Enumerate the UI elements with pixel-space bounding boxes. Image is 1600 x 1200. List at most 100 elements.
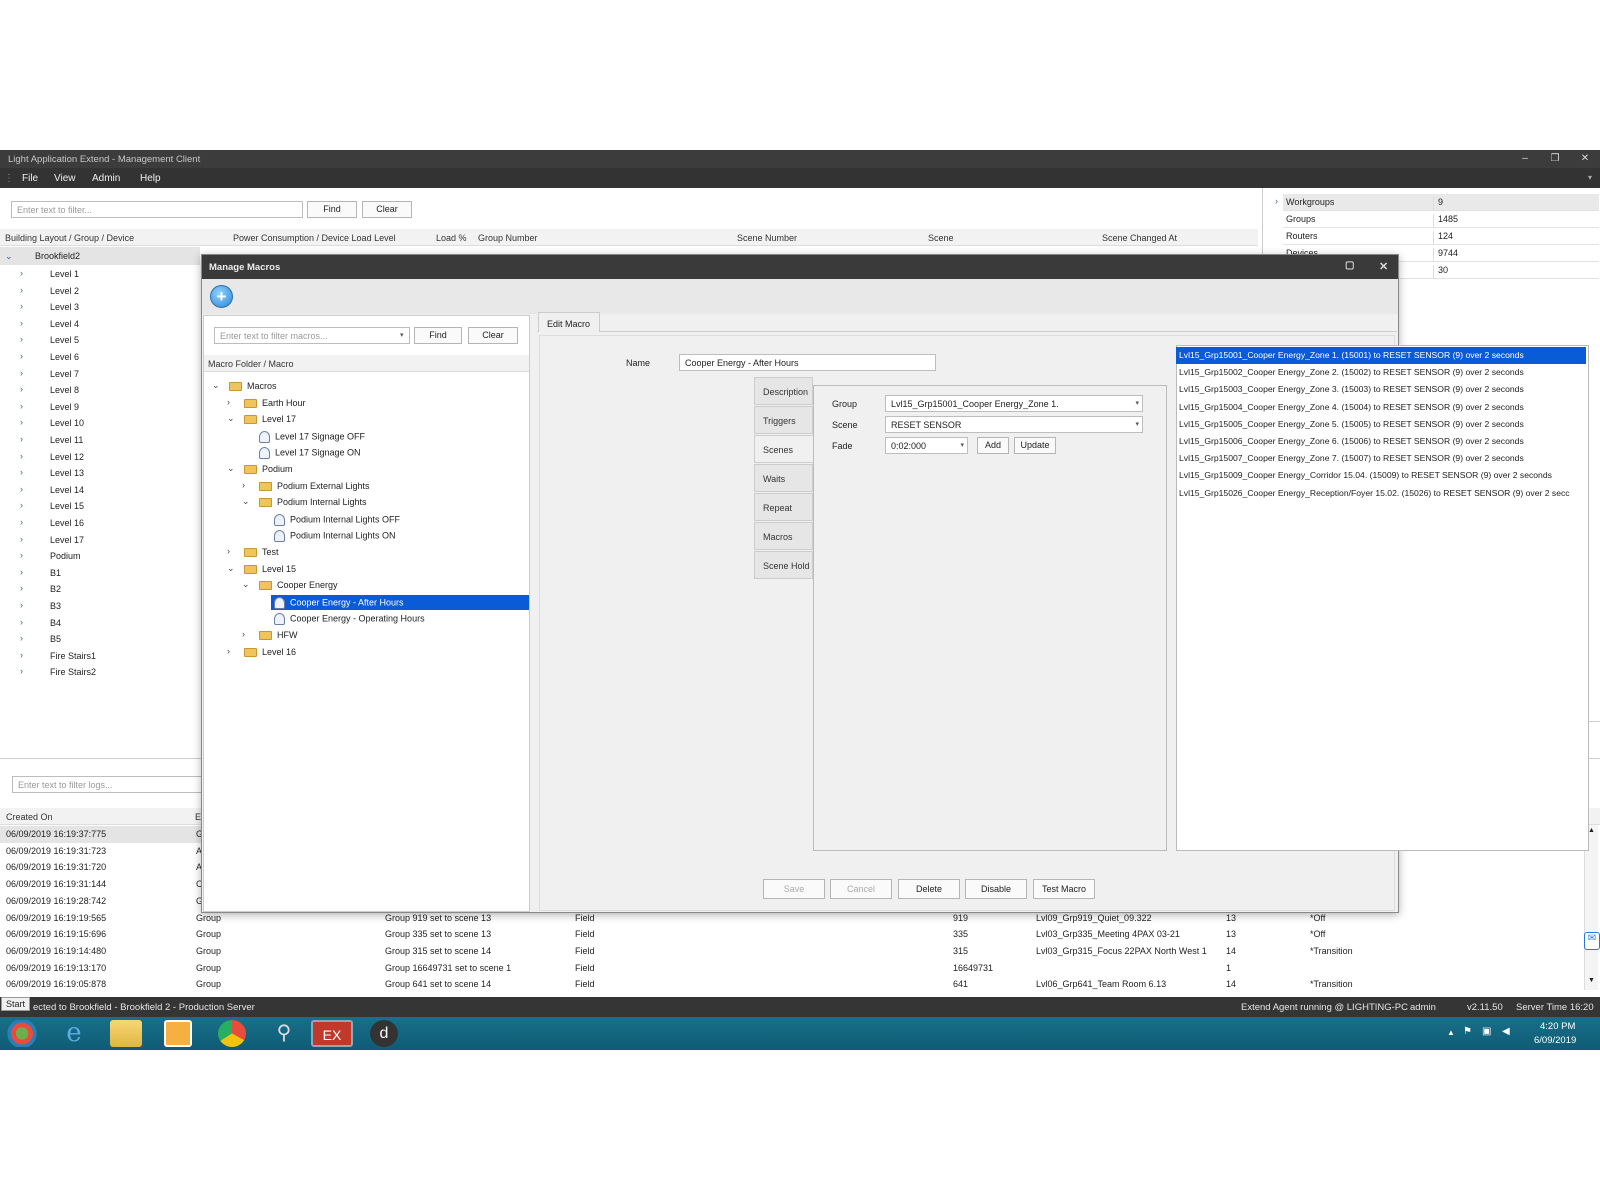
macro-tree-item[interactable]: ⌄ Level 15 xyxy=(204,561,529,577)
stats-row[interactable]: Workgroups 9 xyxy=(1283,194,1599,211)
dialux-icon[interactable]: d xyxy=(370,1020,398,1047)
building-tree-item[interactable]: › Level 17 xyxy=(0,532,200,548)
menu-view[interactable]: View xyxy=(54,173,76,184)
chevron-right-icon[interactable]: › xyxy=(20,500,23,510)
macro-tree-item[interactable]: ⌄ Level 17 xyxy=(204,411,529,427)
fade-select[interactable]: 0:02:000 ▾ xyxy=(885,437,968,454)
building-tree-item[interactable]: › Level 12 xyxy=(0,449,200,465)
building-tree-item[interactable]: › B2 xyxy=(0,581,200,597)
col-scene-number[interactable]: Scene Number xyxy=(737,233,797,243)
dialog-close-icon[interactable]: ✕ xyxy=(1379,260,1388,273)
clear-button[interactable]: Clear xyxy=(362,201,412,218)
chevron-right-icon[interactable]: › xyxy=(20,600,23,610)
chevron-right-icon[interactable]: › xyxy=(20,368,23,378)
scene-list-item[interactable]: Lvl15_Grp15006_Cooper Energy_Zone 6. (15… xyxy=(1176,433,1586,450)
chevron-right-icon[interactable]: › xyxy=(20,583,23,593)
chevron-right-icon[interactable]: › xyxy=(20,550,23,560)
chevron-right-icon[interactable]: › xyxy=(20,567,23,577)
building-tree-item[interactable]: › Level 2 xyxy=(0,283,200,299)
building-tree-item[interactable]: › Level 1 xyxy=(0,266,200,282)
macro-tree-item[interactable]: Level 17 Signage ON xyxy=(204,444,529,460)
chevron-right-icon[interactable]: › xyxy=(242,480,245,490)
building-tree-item[interactable]: › Level 3 xyxy=(0,299,200,315)
building-tree-item[interactable]: › Level 4 xyxy=(0,316,200,332)
log-row[interactable]: 06/09/2019 16:19:13:170 Group Group 166497… xyxy=(0,960,1590,977)
macro-tree-item[interactable]: Podium Internal Lights OFF xyxy=(204,511,529,527)
scene-list-item[interactable]: Lvl15_Grp15009_Cooper Energy_Corridor 15… xyxy=(1176,467,1586,484)
macro-filter-input[interactable]: Enter text to filter macros... xyxy=(214,327,410,344)
scene-list-item[interactable]: Lvl15_Grp15026_Cooper Energy_Reception/F… xyxy=(1176,485,1586,502)
chat-icon[interactable]: ✉ xyxy=(1584,932,1600,950)
building-tree-item[interactable]: › Fire Stairs2 xyxy=(0,664,200,680)
macro-tree-item[interactable]: › HFW xyxy=(204,627,529,643)
chevron-right-icon[interactable]: › xyxy=(227,646,230,656)
side-tab-scene-hold[interactable]: Scene Hold xyxy=(754,551,813,579)
chevron-right-icon[interactable]: › xyxy=(242,629,245,639)
macro-tree-item[interactable]: Cooper Energy - Operating Hours xyxy=(204,610,529,626)
scene-list-item[interactable]: Lvl15_Grp15001_Cooper Energy_Zone 1. (15… xyxy=(1176,347,1586,364)
clock-time[interactable]: 4:20 PM xyxy=(1540,1021,1575,1032)
side-tab-repeat[interactable]: Repeat xyxy=(754,493,813,521)
macro-name-input[interactable]: Cooper Energy - After Hours xyxy=(679,354,936,371)
macro-tree-item[interactable]: Cooper Energy - After Hours xyxy=(204,594,529,610)
chrome-icon[interactable] xyxy=(218,1020,246,1047)
chevron-down-icon[interactable]: ⌄ xyxy=(242,496,250,507)
col-scene[interactable]: Scene xyxy=(928,233,954,243)
cancel-button[interactable]: Cancel xyxy=(830,879,892,899)
tab-edit-macro[interactable]: Edit Macro xyxy=(538,312,600,332)
macro-find-button[interactable]: Find xyxy=(414,327,462,344)
chevron-right-icon[interactable]: › xyxy=(20,534,23,544)
building-tree-item[interactable]: › Level 15 xyxy=(0,498,200,514)
chevron-right-icon[interactable]: › xyxy=(20,633,23,643)
chevron-down-icon[interactable]: ⌄ xyxy=(5,251,13,262)
building-tree-item[interactable]: › B5 xyxy=(0,631,200,647)
scroll-down-icon[interactable]: ▼ xyxy=(1588,977,1595,984)
side-tab-scenes[interactable]: Scenes xyxy=(754,435,815,463)
side-tab-triggers[interactable]: Triggers xyxy=(754,406,813,434)
chevron-right-icon[interactable]: › xyxy=(20,334,23,344)
chevron-right-icon[interactable]: › xyxy=(20,517,23,527)
main-filter-input[interactable]: Enter text to filter... xyxy=(11,201,303,218)
building-tree-item[interactable]: › B3 xyxy=(0,598,200,614)
macro-clear-button[interactable]: Clear xyxy=(468,327,518,344)
maximize-icon[interactable]: ▢ xyxy=(1345,260,1354,271)
chevron-right-icon[interactable]: › xyxy=(20,617,23,627)
macro-tree-item[interactable]: ⌄ Podium Internal Lights xyxy=(204,494,529,510)
chevron-down-icon[interactable]: ⌄ xyxy=(227,413,235,424)
log-row[interactable]: 06/09/2019 16:19:15:696 Group Group 335 se… xyxy=(0,926,1590,943)
building-tree-item[interactable]: › B4 xyxy=(0,615,200,631)
col-load[interactable]: Load % xyxy=(436,233,467,243)
file-explorer-icon[interactable] xyxy=(110,1020,142,1047)
scene-select[interactable]: RESET SENSOR ▾ xyxy=(885,416,1143,433)
macro-tree-item[interactable]: › Podium External Lights xyxy=(204,478,529,494)
side-tab-macros[interactable]: Macros xyxy=(754,522,813,550)
close-icon[interactable]: ✕ xyxy=(1572,152,1598,166)
macro-tree-item[interactable]: Podium Internal Lights ON xyxy=(204,527,529,543)
menu-admin[interactable]: Admin xyxy=(92,173,120,184)
building-tree-item[interactable]: › B1 xyxy=(0,565,200,581)
chevron-right-icon[interactable]: › xyxy=(20,666,23,676)
side-tab-waits[interactable]: Waits xyxy=(754,464,813,492)
volume-icon[interactable]: ◀ xyxy=(1502,1026,1510,1037)
flag-icon[interactable]: ⚑ xyxy=(1463,1026,1472,1037)
minimize-icon[interactable]: – xyxy=(1512,152,1538,166)
building-tree-item[interactable]: › Level 9 xyxy=(0,399,200,415)
restore-icon[interactable]: ❐ xyxy=(1542,152,1568,166)
side-tab-description[interactable]: Description xyxy=(754,377,813,405)
find-button[interactable]: Find xyxy=(307,201,357,218)
chevron-right-icon[interactable]: › xyxy=(227,397,230,407)
macro-tree-item[interactable]: › Level 16 xyxy=(204,644,529,660)
add-scene-button[interactable]: Add xyxy=(977,437,1009,454)
disable-button[interactable]: Disable xyxy=(965,879,1027,899)
chevron-down-icon[interactable]: ▾ xyxy=(960,441,964,449)
chevron-down-icon[interactable]: ⌄ xyxy=(242,579,250,590)
building-tree-item[interactable]: › Level 5 xyxy=(0,332,200,348)
tray-expand-icon[interactable]: ▲ xyxy=(1447,1028,1455,1037)
scene-list-item[interactable]: Lvl15_Grp15007_Cooper Energy_Zone 7. (15… xyxy=(1176,450,1586,467)
chevron-down-icon[interactable]: ▾ xyxy=(1135,420,1139,428)
chevron-right-icon[interactable]: › xyxy=(20,318,23,328)
chevron-right-icon[interactable]: › xyxy=(20,650,23,660)
menu-help[interactable]: Help xyxy=(140,173,161,184)
internet-explorer-icon[interactable]: e xyxy=(55,1020,93,1047)
col-scene-changed[interactable]: Scene Changed At xyxy=(1102,233,1177,243)
